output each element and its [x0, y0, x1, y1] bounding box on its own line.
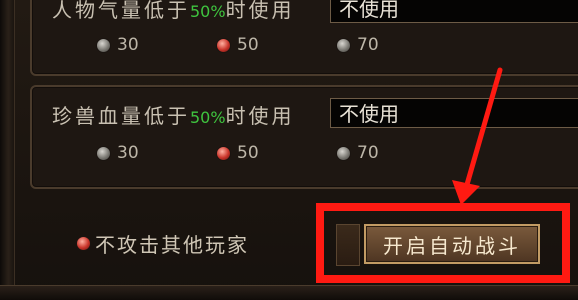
window-bottom-border [0, 285, 578, 300]
red-arrow-icon [452, 67, 503, 205]
